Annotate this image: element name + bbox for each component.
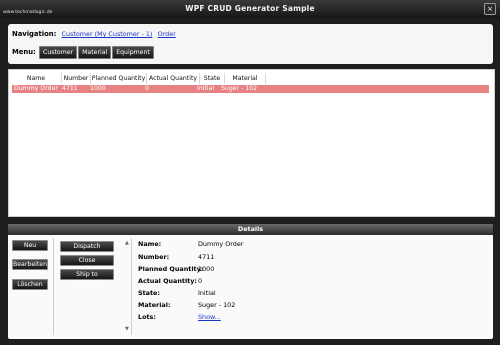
field-value-material: Suger - 102 [198,301,236,309]
column-header-planned-quantity[interactable]: Planned Quantity [91,73,147,84]
field-label-state: State: [138,289,160,297]
column-header-number[interactable]: Number [62,73,91,84]
close-button[interactable]: Close [60,255,114,266]
field-label-lots: Lots: [138,313,156,321]
column-header-name[interactable]: Name [11,73,62,84]
orders-grid: Name Number Planned Quantity Actual Quan… [8,69,495,217]
field-value-actual-quantity: 0 [198,277,203,285]
navigation-label: Navigation: [12,30,57,38]
field-label-planned-quantity: Planned Quantity: [138,265,204,273]
field-label-name: Name: [138,240,162,248]
separator [53,238,54,335]
cell-material: Suger - 102 [221,85,258,92]
field-value-name: Dummy Order [198,240,244,248]
field-value-state: Initial [198,289,216,297]
menu-material-button[interactable]: Material [78,46,112,59]
edit-button[interactable]: Bearbeiten [12,259,48,270]
field-label-number: Number: [138,253,170,261]
menu-bar: Menu: Customer Material Equipment [12,46,154,59]
cell-planned-quantity: 1000 [90,85,106,92]
field-label-material: Material: [138,301,171,309]
separator [131,238,132,335]
navigation-panel: Navigation: Customer (My Customer - 1) O… [8,24,493,64]
details-title: Details [8,224,493,235]
cell-state: Initial [197,85,215,92]
cell-number: 4711 [62,85,78,92]
field-label-actual-quantity: Actual Quantity: [138,277,197,285]
nav-link-customer[interactable]: Customer (My Customer - 1) [62,30,153,38]
delete-button[interactable]: Löschen [12,279,48,290]
show-lots-link[interactable]: Show... [198,313,221,321]
column-header-actual-quantity[interactable]: Actual Quantity [147,73,200,84]
scroll-up-icon[interactable]: ▲ [125,240,129,246]
field-value-number: 4711 [198,253,215,261]
ship-to-customer-button[interactable]: Ship to customer [60,269,114,287]
scroll-down-icon[interactable]: ▼ [125,326,129,332]
nav-link-order[interactable]: Order [158,30,176,38]
field-value-planned-quantity: 1000 [198,265,215,273]
menu-customer-button[interactable]: Customer [39,46,78,59]
title-bar: WPF CRUD Generator Sample www.techmatlog… [0,0,500,18]
menu-label: Menu: [12,48,36,56]
column-header-material[interactable]: Material [225,73,266,84]
grid-header: Name Number Planned Quantity Actual Quan… [11,73,266,84]
cell-actual-quantity: 0 [145,85,149,92]
column-header-state[interactable]: State [200,73,225,84]
menu-equipment-button[interactable]: Equipment [112,46,154,59]
dispatch-button[interactable]: Dispatch [60,241,114,252]
table-row[interactable]: Dummy Order 4711 1000 0 Initial Suger - … [12,85,489,93]
details-panel: Details Neu Bearbeiten Löschen Dispatch … [8,224,493,339]
window-title: WPF CRUD Generator Sample [185,4,315,13]
breadcrumb: Navigation: Customer (My Customer - 1) O… [12,30,176,38]
site-url: www.techmatlogic.de [3,10,53,15]
close-icon[interactable]: × [484,3,496,15]
cell-name: Dummy Order [14,85,58,92]
app-window: WPF CRUD Generator Sample www.techmatlog… [0,0,500,345]
new-button[interactable]: Neu [12,240,48,251]
